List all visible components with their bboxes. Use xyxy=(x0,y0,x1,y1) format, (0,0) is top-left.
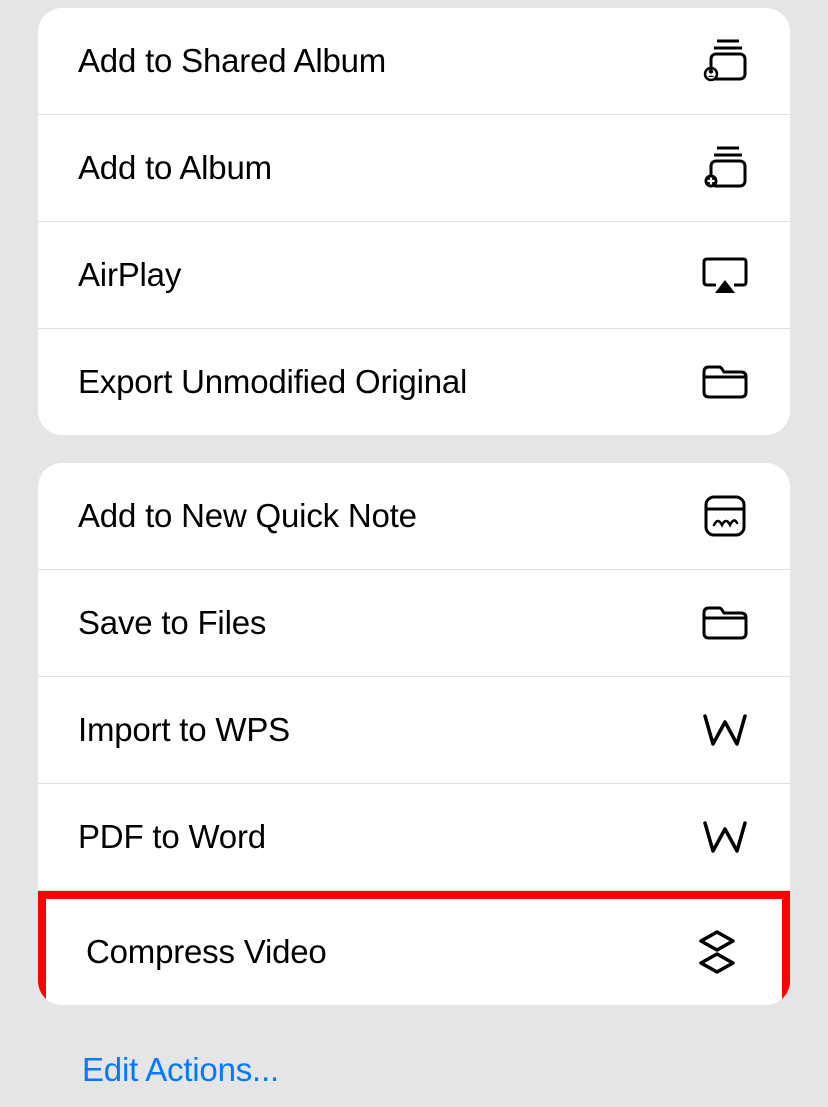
quick-note-icon xyxy=(700,491,750,541)
import-to-wps-button[interactable]: Import to WPS xyxy=(38,677,790,784)
menu-item-label: Add to Shared Album xyxy=(78,42,386,80)
album-add-icon xyxy=(700,143,750,193)
save-to-files-button[interactable]: Save to Files xyxy=(38,570,790,677)
airplay-icon xyxy=(700,250,750,300)
folder-icon xyxy=(700,357,750,407)
edit-actions-button[interactable]: Edit Actions... xyxy=(38,1033,790,1107)
compress-icon xyxy=(692,927,742,977)
menu-item-label: Add to Album xyxy=(78,149,272,187)
action-group-1: Add to Shared Album Add to Album xyxy=(38,8,790,435)
wps-icon xyxy=(700,812,750,862)
album-shared-icon xyxy=(700,36,750,86)
pdf-to-word-button[interactable]: PDF to Word xyxy=(38,784,790,891)
export-unmodified-original-button[interactable]: Export Unmodified Original xyxy=(38,329,790,435)
menu-item-label: AirPlay xyxy=(78,256,181,294)
folder-icon xyxy=(700,598,750,648)
menu-item-label: Compress Video xyxy=(86,933,327,971)
add-to-shared-album-button[interactable]: Add to Shared Album xyxy=(38,8,790,115)
menu-item-label: Add to New Quick Note xyxy=(78,497,417,535)
menu-item-label: Export Unmodified Original xyxy=(78,363,467,401)
airplay-button[interactable]: AirPlay xyxy=(38,222,790,329)
wps-icon xyxy=(700,705,750,755)
edit-actions-label: Edit Actions... xyxy=(82,1051,279,1088)
menu-item-label: Import to WPS xyxy=(78,711,290,749)
add-to-album-button[interactable]: Add to Album xyxy=(38,115,790,222)
menu-item-label: PDF to Word xyxy=(78,818,266,856)
menu-item-label: Save to Files xyxy=(78,604,266,642)
action-group-2: Add to New Quick Note Save to Files Impo… xyxy=(38,463,790,1005)
add-to-new-quick-note-button[interactable]: Add to New Quick Note xyxy=(38,463,790,570)
compress-video-button[interactable]: Compress Video xyxy=(38,891,790,1005)
